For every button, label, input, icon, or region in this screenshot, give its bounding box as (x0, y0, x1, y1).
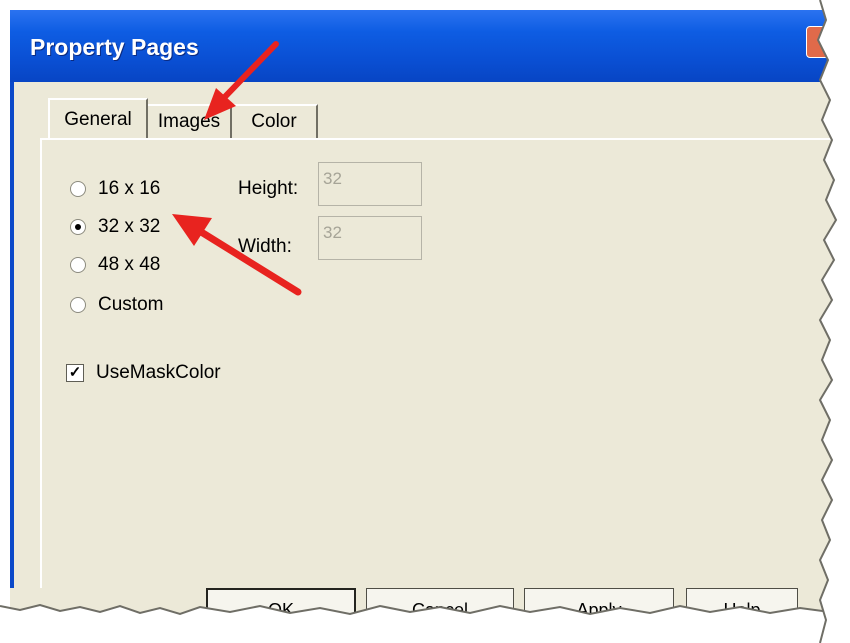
radio-label-32x32: 32 x 32 (98, 216, 161, 237)
checkbox-checked[interactable]: ✓ (66, 364, 84, 382)
radio-32x32[interactable]: 32 x 32 (70, 216, 160, 238)
height-label: Height: (238, 178, 299, 199)
use-mask-color-label: UseMaskColor (96, 362, 221, 383)
tab-general[interactable]: General (48, 98, 148, 140)
radio-48x48[interactable]: 48 x 48 (70, 254, 160, 276)
width-input[interactable]: 32 (318, 216, 422, 260)
torn-edge-right (816, 0, 850, 643)
radio-label-48x48: 48 x 48 (98, 254, 161, 275)
radio-button[interactable] (70, 257, 86, 273)
general-tab-panel: 16 x 16 32 x 32 48 x 48 Custom Height: 3… (40, 138, 840, 588)
annotation-arrow-images (204, 41, 279, 120)
torn-edge-bottom (0, 604, 850, 643)
radio-button-selected[interactable] (70, 219, 86, 235)
annotation-arrow-32x32 (172, 214, 302, 296)
radio-label-16x16: 16 x 16 (98, 178, 161, 199)
window-title: Property Pages (30, 34, 199, 60)
radio-button[interactable] (70, 181, 86, 197)
use-mask-color-checkbox[interactable]: ✓ UseMaskColor (66, 362, 221, 384)
radio-16x16[interactable]: 16 x 16 (70, 178, 160, 200)
radio-custom[interactable]: Custom (70, 294, 163, 316)
radio-button[interactable] (70, 297, 86, 313)
property-pages-dialog: Property Pages General Images Color 16 x… (10, 10, 840, 640)
height-input[interactable]: 32 (318, 162, 422, 206)
title-bar[interactable]: Property Pages (10, 10, 840, 82)
radio-label-custom: Custom (98, 294, 164, 315)
